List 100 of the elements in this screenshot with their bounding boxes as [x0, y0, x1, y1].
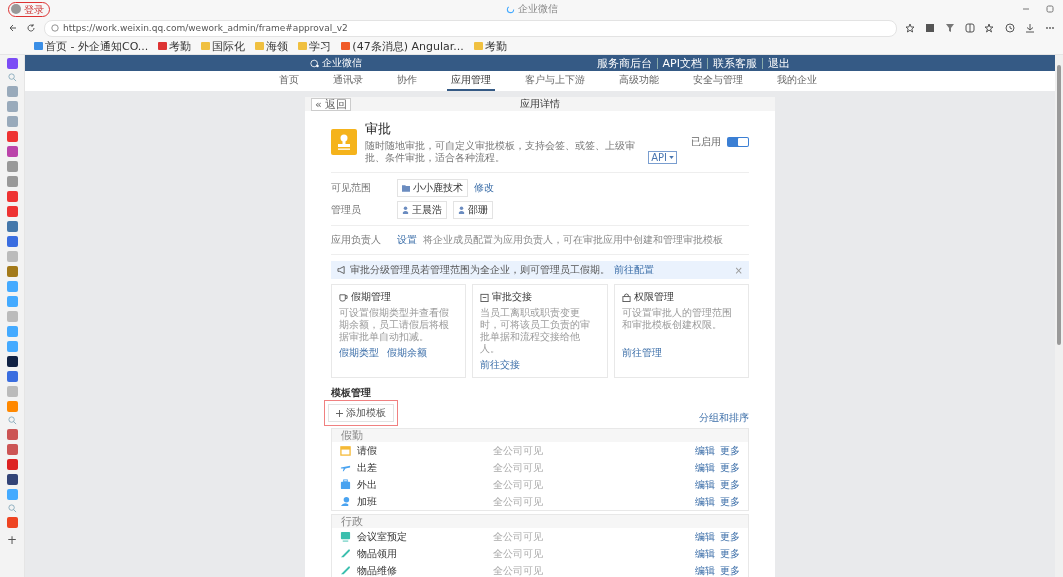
- tab-title[interactable]: 企业微信: [517, 2, 558, 16]
- bookmark[interactable]: 国际化: [201, 38, 246, 54]
- person-icon: [340, 496, 351, 507]
- nav-tab[interactable]: 我的企业: [773, 71, 821, 91]
- megaphone-icon: [337, 266, 346, 274]
- favorites-icon[interactable]: [985, 23, 995, 33]
- row-action-link[interactable]: 更多: [720, 494, 740, 509]
- admin-tag: 邵珊: [453, 201, 493, 219]
- download-icon[interactable]: [1025, 23, 1035, 33]
- template-name: 物品维修: [357, 563, 398, 577]
- template-name: 物品领用: [357, 546, 398, 561]
- field-label: 应用负责人: [331, 233, 382, 247]
- nav-tab[interactable]: 高级功能: [615, 71, 663, 91]
- address-field[interactable]: https://work.weixin.qq.com/wework_admin/frame#approval_v2: [44, 19, 897, 37]
- bookmark[interactable]: 学习: [298, 38, 332, 54]
- bookmark[interactable]: 考勤: [473, 38, 507, 54]
- row-action-link[interactable]: 编辑: [695, 494, 715, 509]
- feature-link[interactable]: 前往管理: [621, 346, 662, 360]
- status-label: 已启用: [691, 135, 721, 149]
- nav-tab[interactable]: 协作: [393, 71, 421, 91]
- row-action-link[interactable]: 更多: [720, 563, 740, 577]
- back-icon[interactable]: [8, 23, 18, 33]
- cup-icon: [339, 292, 348, 302]
- visibility-text: 全公司可见: [493, 460, 544, 475]
- row-action-link[interactable]: 更多: [720, 477, 740, 492]
- sidebar-app-icon[interactable]: [6, 474, 18, 485]
- calendar-icon: [340, 445, 351, 456]
- header-link[interactable]: 联系客服: [707, 57, 762, 69]
- department-tag: 小小鹿技术: [397, 179, 468, 197]
- sort-link[interactable]: 分组和排序: [699, 411, 749, 425]
- clipboard-icon: [480, 292, 490, 302]
- visibility-text: 全公司可见: [493, 563, 544, 577]
- template-name: 出差: [357, 460, 378, 475]
- sidebar-app-icon[interactable]: [6, 356, 18, 367]
- nav-tab[interactable]: 客户与上下游: [521, 71, 589, 91]
- refresh-icon[interactable]: [26, 23, 36, 33]
- row-action-link[interactable]: 编辑: [695, 546, 715, 561]
- feature-link[interactable]: 前往交接: [480, 358, 521, 372]
- add-button[interactable]: +: [6, 534, 18, 546]
- header-link[interactable]: API文档: [656, 57, 707, 69]
- briefcase-icon: [340, 479, 351, 490]
- bookmark[interactable]: 首页 - 外企通知CO...: [34, 38, 149, 54]
- search-icon[interactable]: [7, 73, 17, 82]
- row-action-link[interactable]: 更多: [720, 460, 740, 475]
- app-description: 随时随地审批，可自定义审批模板，支持会签、或签、上级审批、条件审批，适合各种流程。: [365, 140, 636, 164]
- logo-text: 企业微信: [322, 56, 362, 70]
- template-name: 请假: [357, 443, 378, 458]
- row-action-link[interactable]: 更多: [720, 529, 740, 544]
- bookmark[interactable]: 考勤: [158, 38, 192, 54]
- template-name: 外出: [357, 477, 378, 492]
- lock-icon: [621, 292, 631, 302]
- folder-icon: [402, 184, 410, 192]
- url-text: https://work.weixin.qq.com/wework_admin/frame#approval_v2: [63, 23, 348, 33]
- settings-link[interactable]: 设置: [397, 233, 417, 247]
- bookmark[interactable]: (47条消息) Angular...: [341, 38, 464, 54]
- site-icon: [341, 42, 351, 50]
- search-icon[interactable]: [7, 504, 17, 513]
- template-name: 会议室预定: [357, 529, 408, 544]
- filter-icon[interactable]: [945, 23, 955, 33]
- history-icon[interactable]: [1005, 23, 1015, 33]
- header-link[interactable]: 服务商后台: [591, 57, 657, 69]
- add-template-button[interactable]: 添加模板: [328, 404, 394, 422]
- nav-tab[interactable]: 首页: [275, 71, 303, 91]
- nav-tab[interactable]: 通讯录: [329, 71, 367, 91]
- visibility-text: 全公司可见: [493, 477, 544, 492]
- folder-icon: [255, 42, 265, 50]
- row-action-link[interactable]: 编辑: [695, 460, 715, 475]
- bookmark[interactable]: 海领: [255, 38, 289, 54]
- avatar-icon: [11, 4, 21, 14]
- section-title: 模板管理: [331, 386, 372, 400]
- edit-link[interactable]: 修改: [474, 181, 494, 195]
- feature-link[interactable]: 假期余额: [387, 346, 427, 360]
- feature-link[interactable]: 假期类型: [339, 346, 379, 360]
- back-button[interactable]: « 返回: [311, 97, 352, 111]
- row-action-link[interactable]: 编辑: [695, 443, 715, 458]
- nav-tab[interactable]: 应用管理: [447, 71, 495, 91]
- header-link[interactable]: 退出: [762, 57, 795, 69]
- group-header: 假勤: [332, 429, 748, 442]
- configure-link[interactable]: 前往配置: [614, 263, 654, 277]
- api-dropdown[interactable]: API: [648, 151, 677, 164]
- extension-icon[interactable]: [925, 23, 935, 33]
- person-icon: [458, 206, 465, 214]
- plus-icon: [336, 409, 343, 417]
- maximize-icon[interactable]: [1045, 4, 1055, 14]
- info-icon: [51, 24, 59, 32]
- row-action-link[interactable]: 编辑: [695, 563, 715, 577]
- enable-switch[interactable]: [727, 137, 749, 147]
- scrollbar-thumb[interactable]: [1057, 65, 1061, 345]
- app-name: 审批: [365, 120, 392, 138]
- split-icon[interactable]: [965, 23, 975, 33]
- row-action-link[interactable]: 编辑: [695, 477, 715, 492]
- caret-icon: [669, 156, 674, 159]
- search-icon[interactable]: [7, 416, 17, 425]
- nav-tab[interactable]: 安全与管理: [689, 71, 747, 91]
- field-label: 可见范围: [331, 181, 372, 195]
- row-action-link[interactable]: 编辑: [695, 529, 715, 544]
- row-action-link[interactable]: 更多: [720, 443, 740, 458]
- chat-bubble-icon: [310, 58, 320, 68]
- row-action-link[interactable]: 更多: [720, 546, 740, 561]
- star-icon[interactable]: [905, 23, 915, 33]
